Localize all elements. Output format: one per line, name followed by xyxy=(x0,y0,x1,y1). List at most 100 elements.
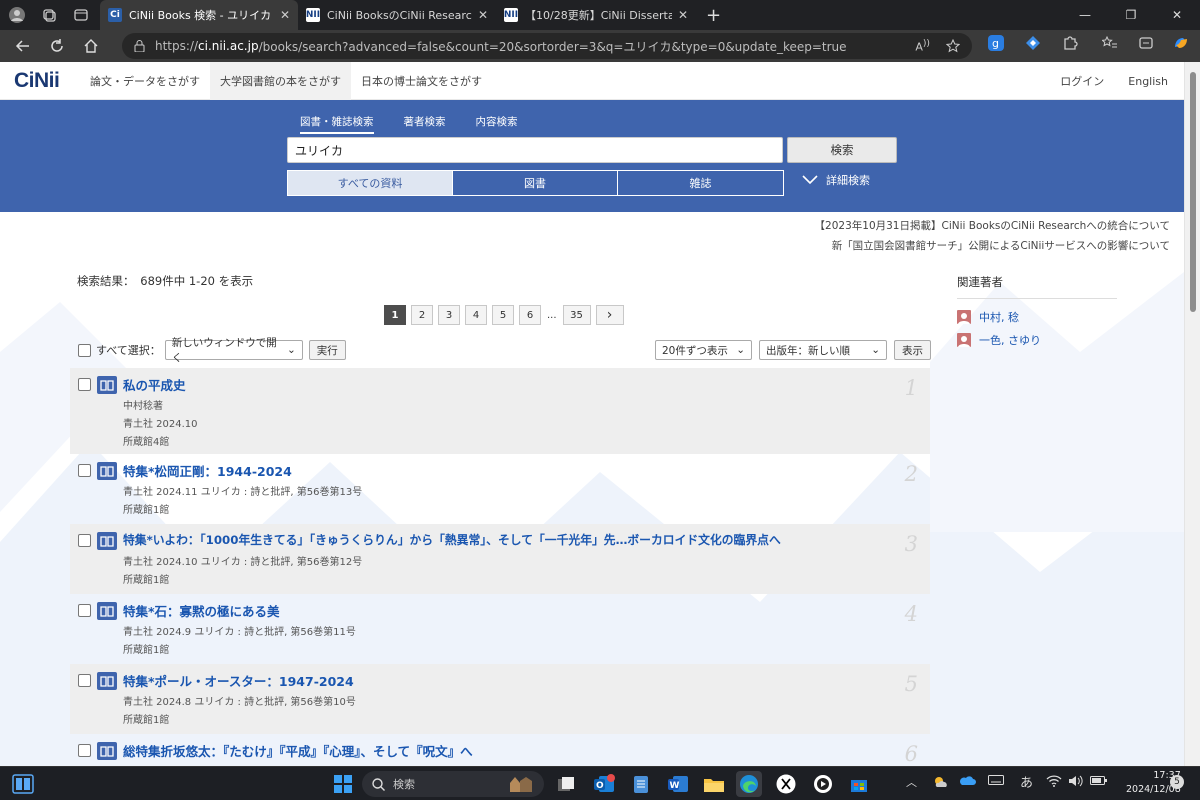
result-title-link[interactable]: 総特集折坂悠太：『たむけ』『平成』『心理』、そして『呪文』へ xyxy=(123,741,473,760)
ime-indicator[interactable]: あ xyxy=(1020,772,1033,791)
result-title-link[interactable]: 特集*いよわ：「1000年生きてる」「きゅうくらりん」から「熱異常」、そして「一… xyxy=(123,531,781,548)
filter-journals[interactable]: 雑誌 xyxy=(618,171,783,195)
read-aloud-icon[interactable]: A)) xyxy=(915,38,930,54)
address-bar[interactable]: https://ci.nii.ac.jp/books/search?advanc… xyxy=(122,33,972,59)
favorite-star-icon[interactable] xyxy=(946,38,960,53)
open-option-select[interactable]: 新しいウィンドウで開く ⌄ xyxy=(164,337,303,364)
weather-icon[interactable] xyxy=(932,774,948,790)
close-window-icon[interactable]: ✕ xyxy=(1154,0,1200,30)
store-icon[interactable] xyxy=(846,771,872,797)
result-checkbox[interactable] xyxy=(78,378,91,391)
next-page-button[interactable]: › xyxy=(595,305,624,325)
extension-diamond-icon[interactable] xyxy=(1025,35,1041,51)
x-app-icon[interactable] xyxy=(773,771,799,797)
volume-icon[interactable] xyxy=(1068,774,1084,788)
page-6[interactable]: 6 xyxy=(519,305,541,325)
page-1[interactable]: 1 xyxy=(384,305,406,325)
page-scrollbar[interactable] xyxy=(1184,62,1200,766)
collections-icon[interactable] xyxy=(1138,35,1154,51)
author-link[interactable]: 中村, 稔 xyxy=(957,309,1117,325)
select-all-label: すべて選択： xyxy=(96,344,161,357)
new-tab-icon[interactable]: + xyxy=(706,5,721,26)
chevron-up-icon[interactable]: ︿ xyxy=(906,774,917,790)
browser-tab-1[interactable]: NII CiNii BooksのCiNii Researchへの統 ✕ xyxy=(298,0,496,30)
result-checkbox[interactable] xyxy=(78,674,91,687)
cinii-logo[interactable]: CiNii xyxy=(14,69,68,93)
page-3[interactable]: 3 xyxy=(438,305,460,325)
page-5[interactable]: 5 xyxy=(492,305,514,325)
word-icon[interactable]: W xyxy=(665,771,691,797)
execute-button[interactable]: 実行 xyxy=(308,340,346,360)
extensions-puzzle-icon[interactable] xyxy=(1062,35,1078,51)
language-link[interactable]: English xyxy=(1128,75,1168,88)
widgets-icon[interactable] xyxy=(10,771,36,797)
task-view-icon[interactable] xyxy=(553,771,579,797)
search-button[interactable]: 検索 xyxy=(787,137,897,163)
close-tab-icon[interactable]: ✕ xyxy=(478,8,488,22)
result-checkbox[interactable] xyxy=(78,604,91,617)
wifi-icon[interactable] xyxy=(1046,774,1062,788)
svg-text:W: W xyxy=(670,781,680,791)
filter-all[interactable]: すべての資料 xyxy=(288,171,453,195)
nav-dissertations[interactable]: 日本の博士論文をさがす xyxy=(351,62,492,100)
start-menu-icon[interactable] xyxy=(330,771,356,797)
result-item: 特集*松岡正剛：1944-2024 青土社 2024.11 ユリイカ : 詩と批… xyxy=(70,454,930,524)
home-icon[interactable] xyxy=(74,32,108,60)
tab-actions-icon[interactable] xyxy=(68,2,94,28)
outlook-icon[interactable]: O xyxy=(591,771,617,797)
author-link[interactable]: 一色, さゆり xyxy=(957,332,1117,348)
display-button[interactable]: 表示 xyxy=(894,340,931,360)
per-page-select[interactable]: 20件ずつ表示 ⌄ xyxy=(655,340,752,360)
result-title-link[interactable]: 特集*ポール・オースター：1947-2024 xyxy=(123,671,354,690)
login-link[interactable]: ログイン xyxy=(1060,73,1104,89)
copilot-icon[interactable] xyxy=(1172,35,1190,51)
result-checkbox[interactable] xyxy=(78,464,91,477)
maximize-icon[interactable]: ❐ xyxy=(1108,0,1154,30)
lock-icon[interactable] xyxy=(134,40,145,52)
file-explorer-icon[interactable] xyxy=(701,771,727,797)
result-title-link[interactable]: 特集*石：寡黙の極にある美 xyxy=(123,601,280,620)
notice-link-ndl-search[interactable]: 新「国立国会図書館サーチ」公開によるCiNiiサービスへの影響について xyxy=(832,238,1170,253)
notepad-icon[interactable] xyxy=(628,771,654,797)
sort-select[interactable]: 出版年：新しい順 ⌄ xyxy=(759,340,887,360)
taskbar-search[interactable]: 検索 xyxy=(362,771,544,797)
back-icon[interactable] xyxy=(6,32,40,60)
refresh-icon[interactable] xyxy=(40,32,74,60)
page-2[interactable]: 2 xyxy=(411,305,433,325)
result-title-link[interactable]: 私の平成史 xyxy=(123,375,186,394)
keyboard-icon[interactable] xyxy=(988,774,1004,786)
edge-icon[interactable] xyxy=(736,771,762,797)
result-title-link[interactable]: 特集*松岡正剛：1944-2024 xyxy=(123,461,292,480)
nav-university-books[interactable]: 大学図書館の本をさがす xyxy=(210,62,351,100)
tab-title: 【10/28更新】CiNii Dissertationsの xyxy=(525,9,672,22)
battery-icon[interactable] xyxy=(1090,774,1108,786)
profile-avatar-icon[interactable] xyxy=(4,2,30,28)
media-player-icon[interactable] xyxy=(810,771,836,797)
filter-books[interactable]: 図書 xyxy=(453,171,618,195)
scrollbar-thumb[interactable] xyxy=(1190,72,1196,312)
close-tab-icon[interactable]: ✕ xyxy=(678,8,688,22)
nav-papers[interactable]: 論文・データをさがす xyxy=(80,62,210,100)
tab-contents[interactable]: 内容検索 xyxy=(476,114,518,134)
select-all-checkbox[interactable] xyxy=(78,343,91,357)
result-item: 特集*石：寡黙の極にある美 青土社 2024.9 ユリイカ : 詩と批評, 第5… xyxy=(70,594,930,664)
tab-books-journals[interactable]: 図書・雑誌検索 xyxy=(300,114,374,134)
favorites-list-icon[interactable] xyxy=(1102,35,1118,51)
result-checkbox[interactable] xyxy=(78,744,91,757)
close-tab-icon[interactable]: ✕ xyxy=(280,8,290,22)
notification-badge[interactable]: 5 xyxy=(1170,775,1184,789)
tab-authors[interactable]: 著者検索 xyxy=(404,114,446,134)
minimize-icon[interactable]: — xyxy=(1062,0,1108,30)
page-last[interactable]: 35 xyxy=(562,305,591,325)
extension-g-icon[interactable]: g xyxy=(988,35,1004,51)
page-4[interactable]: 4 xyxy=(465,305,487,325)
result-checkbox[interactable] xyxy=(78,534,91,547)
advanced-search-toggle[interactable]: 詳細検索 xyxy=(802,172,870,188)
chevron-down-icon xyxy=(802,175,818,185)
browser-tab-0[interactable]: Ci CiNii Books 検索 - ユリイカ ✕ xyxy=(100,0,298,30)
browser-tab-2[interactable]: NII 【10/28更新】CiNii Dissertationsの ✕ xyxy=(496,0,696,30)
workspaces-icon[interactable] xyxy=(36,2,62,28)
search-input[interactable]: ユリイカ xyxy=(287,137,783,163)
onedrive-icon[interactable] xyxy=(958,774,976,786)
notice-link-integration[interactable]: 【2023年10月31日掲載】CiNii BooksのCiNii Researc… xyxy=(815,218,1170,233)
